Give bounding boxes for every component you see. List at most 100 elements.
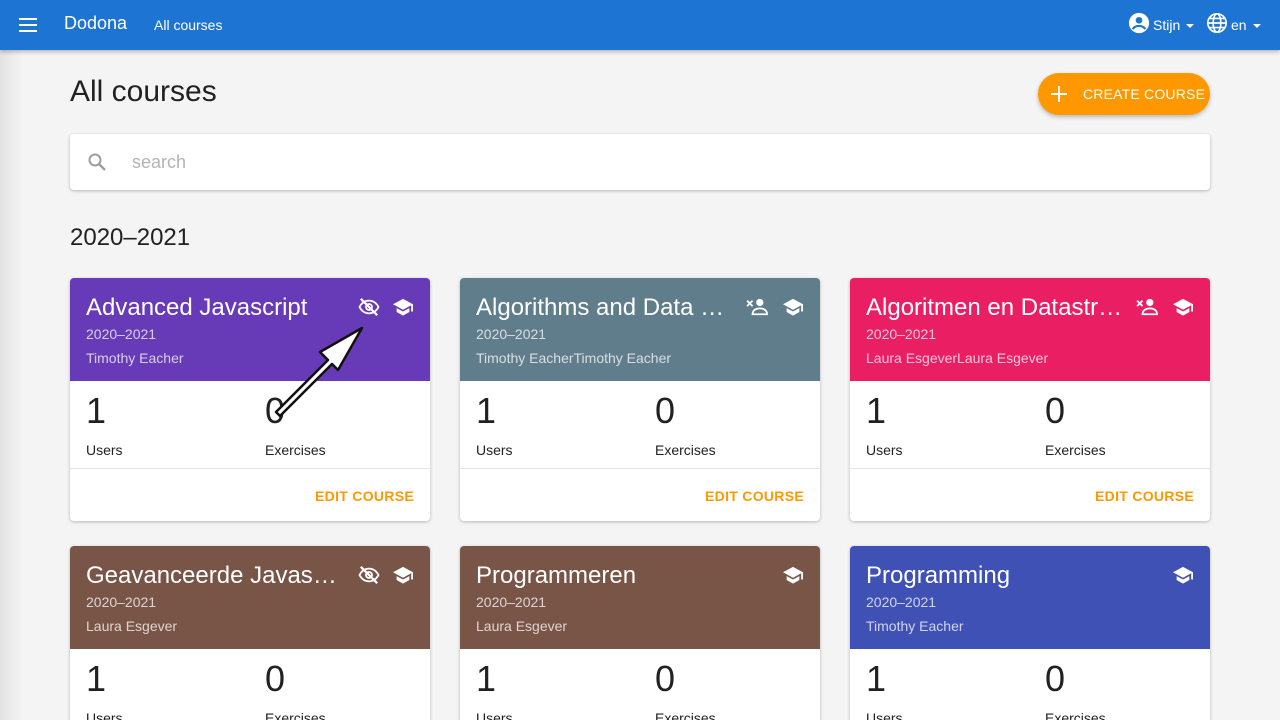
course-card-header[interactable]: Geavanceerde Javascript 2020–2021 Laura … [70,546,430,649]
user-name: Stijn [1153,16,1181,33]
course-teachers: Laura Esgever [476,618,568,634]
page-title: All courses [70,75,217,108]
course-title[interactable]: Geavanceerde Javascript [86,562,344,590]
course-title[interactable]: Advanced Javascript [86,294,344,322]
exercises-stat: 0 Exercises [655,390,716,459]
exercises-stat: 0 Exercises [1045,659,1106,720]
plus-icon [1050,85,1068,103]
users-count: 1 [476,390,497,431]
user-menu[interactable]: Stijn [1128,12,1195,37]
course-year: 2020–2021 [866,326,937,342]
course-card: Programmeren 2020–2021 Laura Esgever 1 U… [460,546,820,720]
course-card-header[interactable]: Algoritmen en Datastructuren 2020–2021 L… [850,278,1210,381]
course-card-header[interactable]: Algorithms and Data Structures 2020–2021… [460,278,820,381]
users-count: 1 [866,658,887,699]
brand-logo-text[interactable]: Dodona [64,13,127,34]
school-icon [392,565,414,590]
course-title[interactable]: Algoritmen en Datastructuren [866,294,1124,322]
course-card: Algorithms and Data Structures 2020–2021… [460,278,820,521]
school-icon [782,565,804,590]
users-label: Users [476,442,513,458]
users-count: 1 [866,390,887,431]
exercises-stat: 0 Exercises [1045,390,1106,459]
search-bar [70,134,1210,190]
course-status-icons [1172,565,1194,590]
course-stats: 1 Users 0 Exercises [850,381,1210,469]
course-teachers: Laura EsgeverLaura Esgever [866,350,1049,366]
course-card-header[interactable]: Advanced Javascript 2020–2021 Timothy Ea… [70,278,430,381]
users-stat: 1 Users [476,659,513,720]
course-stats: 1 Users 0 Exercises [850,649,1210,720]
course-stats: 1 Users 0 Exercises [460,381,820,469]
users-count: 1 [476,658,497,699]
card-actions: EDIT COURSE [70,469,430,521]
exercises-count: 0 [1045,390,1066,431]
course-status-icons [746,297,804,322]
school-icon [782,297,804,322]
visibility-off-icon [358,565,380,590]
exercises-label: Exercises [265,710,326,720]
exercises-label: Exercises [1045,710,1106,720]
course-status-icons [358,565,414,590]
top-app-bar: Dodona All courses Stijn en [0,0,1280,50]
course-title[interactable]: Algorithms and Data Structures [476,294,734,322]
language-menu[interactable]: en [1206,12,1261,37]
exercises-count: 0 [265,658,286,699]
chevron-down-icon [1252,23,1261,28]
course-status-icons [782,565,804,590]
chevron-down-icon [1186,23,1195,28]
edit-course-button[interactable]: EDIT COURSE [315,488,414,504]
users-label: Users [866,442,903,458]
person-remove-icon [746,297,770,322]
users-stat: 1 Users [866,659,903,720]
create-course-button[interactable]: CREATE COURSE [1038,73,1210,115]
edit-course-button[interactable]: EDIT COURSE [1095,488,1194,504]
nav-link-all-courses[interactable]: All courses [154,17,222,33]
exercises-count: 0 [655,658,676,699]
users-stat: 1 Users [86,390,123,459]
users-count: 1 [86,658,107,699]
account-circle-icon [1128,12,1150,37]
users-stat: 1 Users [866,390,903,459]
course-card-header[interactable]: Programming 2020–2021 Timothy Eacher [850,546,1210,649]
course-status-icons [1136,297,1194,322]
card-actions: EDIT COURSE [850,469,1210,521]
course-title[interactable]: Programmeren [476,562,734,590]
exercises-stat: 0 Exercises [655,659,716,720]
course-card-header[interactable]: Programmeren 2020–2021 Laura Esgever [460,546,820,649]
annotation-arrow [274,326,364,418]
year-heading: 2020–2021 [70,224,191,251]
course-stats: 1 Users 0 Exercises [460,649,820,720]
school-icon [392,297,414,322]
menu-icon[interactable] [16,13,40,37]
edit-course-button[interactable]: EDIT COURSE [705,488,804,504]
users-stat: 1 Users [86,659,123,720]
course-teachers: Timothy EacherTimothy Eacher [476,350,672,366]
search-input[interactable] [132,148,1172,176]
school-icon [1172,297,1194,322]
course-title[interactable]: Programming [866,562,1124,590]
course-year: 2020–2021 [476,326,547,342]
exercises-label: Exercises [265,442,326,458]
exercises-label: Exercises [1045,442,1106,458]
users-count: 1 [86,390,107,431]
exercises-stat: 0 Exercises [265,659,326,720]
exercises-label: Exercises [655,442,716,458]
course-card: Geavanceerde Javascript 2020–2021 Laura … [70,546,430,720]
visibility-off-icon [358,297,380,322]
course-stats: 1 Users 0 Exercises [70,381,430,469]
course-year: 2020–2021 [866,594,937,610]
language-label: en [1231,16,1247,33]
person-remove-icon [1136,297,1160,322]
users-label: Users [866,710,903,720]
course-card: Algoritmen en Datastructuren 2020–2021 L… [850,278,1210,521]
exercises-count: 0 [655,390,676,431]
course-teachers: Timothy Eacher [866,618,964,634]
search-icon [87,152,107,177]
page-edge-shadow [0,0,22,720]
create-course-label: CREATE COURSE [1083,86,1206,102]
card-actions: EDIT COURSE [460,469,820,521]
exercises-count: 0 [1045,658,1066,699]
exercises-label: Exercises [655,710,716,720]
course-stats: 1 Users 0 Exercises [70,649,430,720]
